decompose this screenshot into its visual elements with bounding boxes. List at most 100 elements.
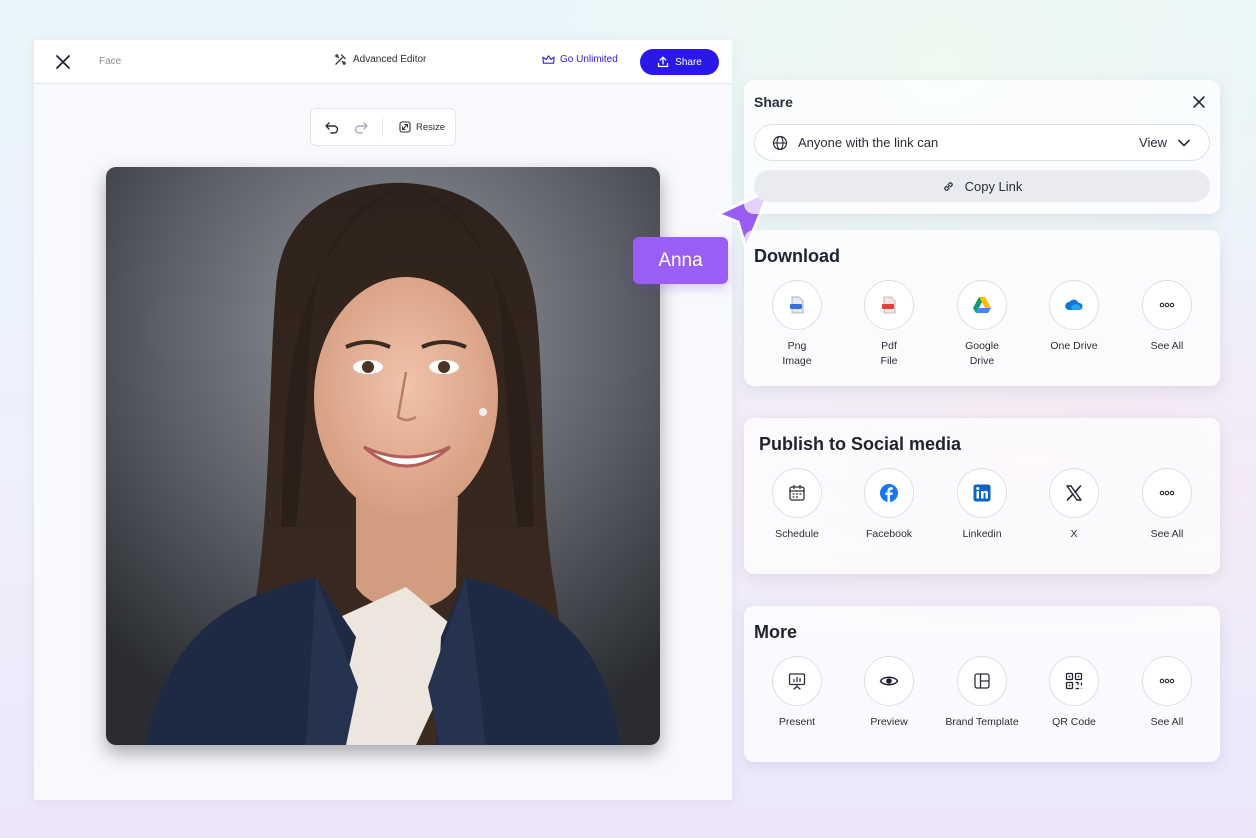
download-onedrive-button[interactable]: One Drive [1029, 280, 1119, 354]
link-access-select[interactable]: Anyone with the link can View [754, 124, 1210, 161]
download-panel: Download Png Image Pdf File Google Drive… [744, 230, 1220, 386]
download-option-label: See All [1150, 340, 1184, 352]
resize-icon [399, 121, 411, 133]
social-see-all-button[interactable]: See All [1122, 468, 1212, 542]
copy-link-label: Copy Link [964, 178, 1023, 194]
download-pdf-button[interactable]: Pdf File [844, 280, 934, 369]
download-option-label: One Drive [1050, 340, 1098, 352]
advanced-editor-button[interactable]: Advanced Editor [334, 53, 426, 66]
advanced-editor-label: Advanced Editor [353, 54, 427, 65]
document-name[interactable]: Face [99, 56, 121, 67]
close-icon[interactable] [1192, 95, 1206, 109]
more-see-all-button[interactable]: See All [1122, 656, 1212, 730]
schedule-option-circle [772, 468, 822, 518]
linkedin-option-circle [957, 468, 1007, 518]
share-button[interactable]: Share [640, 49, 719, 75]
social-option-label: Facebook [865, 528, 913, 540]
pdf-file-icon [882, 296, 896, 314]
presentation-icon [788, 673, 806, 690]
redo-icon[interactable] [353, 119, 369, 135]
magic-tools-icon [335, 54, 346, 65]
social-publish-panel: Publish to Social media Schedule Faceboo… [744, 418, 1220, 574]
see-all-option-circle [1142, 468, 1192, 518]
social-option-label: Linkedin [962, 528, 1002, 540]
social-option-label: X [1070, 528, 1078, 540]
globe-icon [772, 135, 788, 150]
download-title: Download [754, 246, 840, 266]
editor-window: Face Advanced Editor Go Unlimited Share [34, 40, 732, 800]
download-option-label: Pdf File [880, 340, 898, 367]
present-button[interactable]: Present [752, 656, 842, 730]
resize-label: Resize [416, 121, 446, 133]
layout-icon [974, 673, 990, 689]
more-option-label: Preview [870, 716, 908, 728]
preview-button[interactable]: Preview [844, 656, 934, 730]
x-icon [1066, 485, 1082, 501]
facebook-icon [880, 484, 898, 502]
onedrive-icon [1065, 299, 1083, 310]
x-option-circle [1049, 468, 1099, 518]
present-option-circle [772, 656, 822, 706]
calendar-icon [789, 484, 805, 501]
undo-icon[interactable] [324, 119, 340, 135]
brand-template-button[interactable]: Brand Template [937, 656, 1027, 730]
go-unlimited-button[interactable]: Go Unlimited [542, 54, 618, 65]
download-option-label: Png Image [782, 340, 812, 367]
linkedin-icon [973, 484, 991, 502]
more-icon [1159, 678, 1175, 684]
more-title: More [754, 622, 798, 642]
preview-option-circle [864, 656, 914, 706]
chevron-down-icon [1178, 139, 1190, 146]
portrait-photo[interactable] [106, 167, 660, 745]
close-icon[interactable] [54, 53, 72, 71]
social-option-label: Schedule [775, 528, 819, 540]
toolbar-divider [382, 117, 383, 137]
more-icon [1159, 302, 1175, 308]
canvas-toolbar: Resize [310, 108, 456, 146]
qr-code-button[interactable]: QR Code [1029, 656, 1119, 730]
more-options: Present Preview Brand Template QR Code S… [744, 656, 1220, 756]
more-option-label: Present [778, 716, 816, 728]
brand-template-option-circle [957, 656, 1007, 706]
linkedin-button[interactable]: Linkedin [937, 468, 1027, 542]
google-drive-option-circle [957, 280, 1007, 330]
link-icon [943, 181, 953, 191]
download-google-drive-button[interactable]: Google Drive [937, 280, 1027, 369]
qr-code-icon [1065, 672, 1083, 690]
see-all-option-circle [1142, 656, 1192, 706]
google-drive-icon [973, 297, 991, 313]
download-see-all-button[interactable]: See All [1122, 280, 1212, 354]
download-png-button[interactable]: Png Image [752, 280, 842, 369]
permission-value: View [1139, 135, 1167, 150]
more-option-label: See All [1150, 716, 1184, 728]
eye-icon [879, 676, 899, 686]
pdf-option-circle [864, 280, 914, 330]
more-panel: More Present Preview Brand Template QR C… [744, 606, 1220, 762]
see-all-option-circle [1142, 280, 1192, 330]
facebook-button[interactable]: Facebook [844, 468, 934, 542]
share-panel-title: Share [754, 94, 793, 110]
more-option-label: Brand Template [945, 716, 1019, 728]
portrait-illustration [106, 167, 660, 745]
share-panel: Share Anyone with the link can View Copy… [744, 80, 1220, 214]
editor-topbar: Face Advanced Editor Go Unlimited Share [34, 40, 732, 84]
social-title: Publish to Social media [759, 434, 962, 454]
schedule-button[interactable]: Schedule [752, 468, 842, 542]
facebook-option-circle [864, 468, 914, 518]
more-option-label: QR Code [1052, 716, 1096, 728]
download-option-label: Google Drive [965, 340, 999, 367]
more-icon [1159, 490, 1175, 496]
copy-link-button[interactable]: Copy Link [754, 170, 1210, 202]
crown-icon [542, 55, 555, 64]
png-option-circle [772, 280, 822, 330]
link-access-label: Anyone with the link can [798, 135, 939, 150]
social-option-label: See All [1150, 528, 1184, 540]
x-button[interactable]: X [1029, 468, 1119, 542]
share-button-label: Share [675, 56, 702, 68]
qr-code-option-circle [1049, 656, 1099, 706]
upload-icon [658, 56, 669, 68]
png-file-icon [790, 296, 804, 314]
social-options: Schedule Facebook Linkedin X See All [744, 468, 1220, 568]
resize-button[interactable]: Resize [399, 121, 445, 133]
download-options: Png Image Pdf File Google Drive One Driv… [744, 280, 1220, 380]
